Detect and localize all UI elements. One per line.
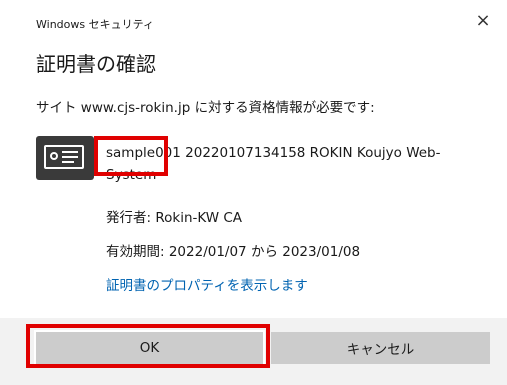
window-title: Windows セキュリティ <box>36 18 154 31</box>
certificate-issuer: 発行者: Rokin-KW CA <box>106 210 243 226</box>
credential-dialog: Windows セキュリティ × 証明書の確認 サイト www.cjs-roki… <box>0 0 507 385</box>
cancel-button[interactable]: キャンセル <box>271 332 490 364</box>
annotation-highlight-ok <box>26 324 270 368</box>
certificate-validity: 有効期間: 2022/01/07 から 2023/01/08 <box>106 244 361 260</box>
close-icon: × <box>475 9 491 31</box>
certificate-properties-link[interactable]: 証明書のプロパティを表示します <box>106 274 308 294</box>
certificate-icon <box>36 136 94 180</box>
annotation-highlight-cert-name <box>94 136 168 176</box>
credential-prompt: サイト www.cjs-rokin.jp に対する資格情報が必要です: <box>36 100 375 116</box>
close-button[interactable]: × <box>471 8 495 32</box>
dialog-heading: 証明書の確認 <box>36 52 156 76</box>
